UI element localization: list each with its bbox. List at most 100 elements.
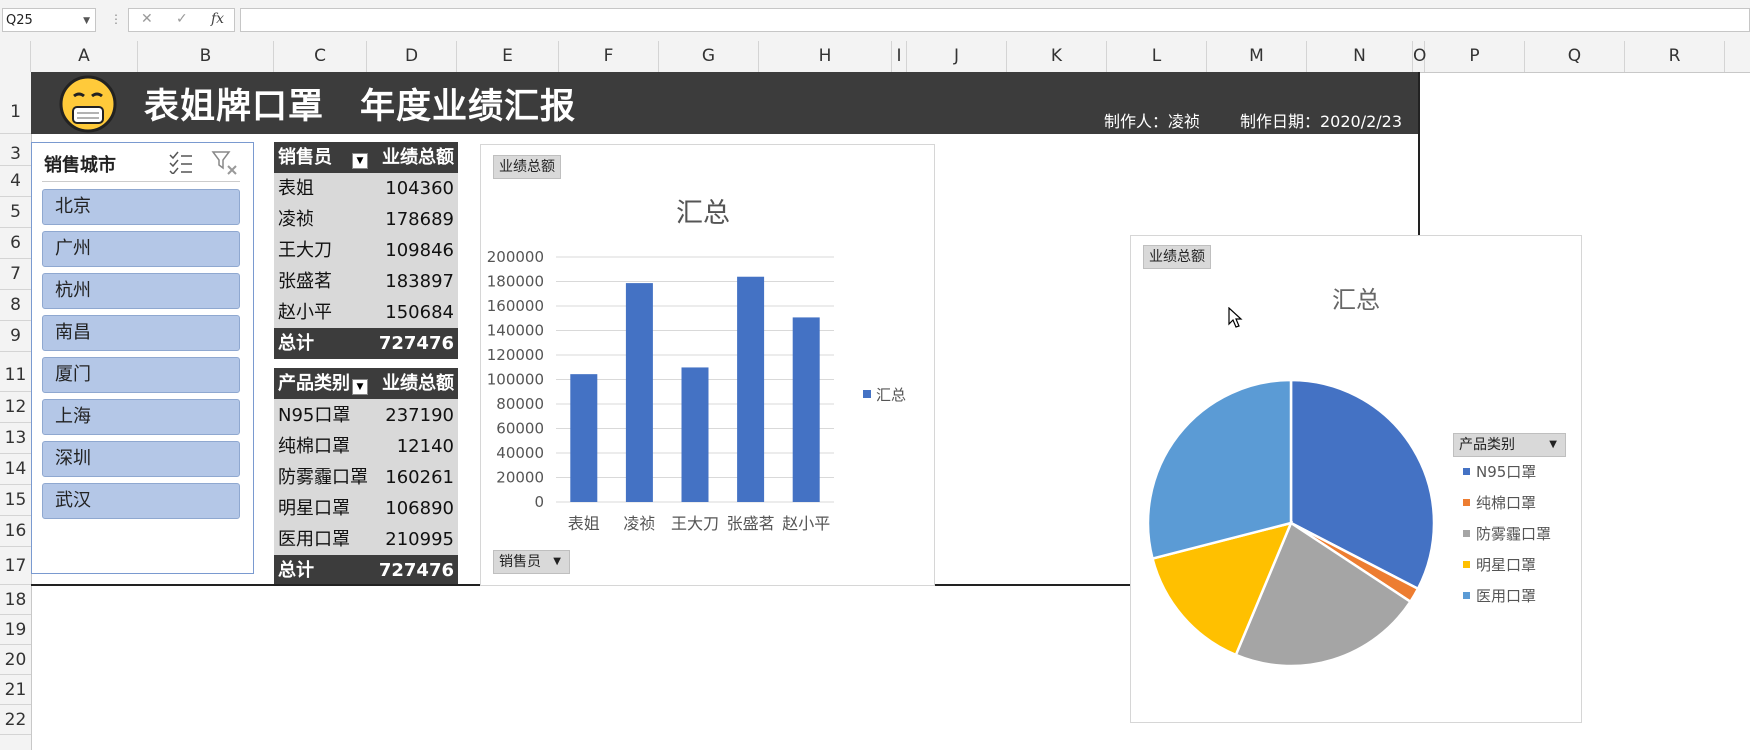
column-header[interactable]: E — [457, 41, 559, 72]
legend-swatch — [863, 390, 871, 398]
slicer-item[interactable]: 杭州 — [42, 273, 240, 309]
column-header[interactable]: M — [1207, 41, 1307, 72]
select-all-corner[interactable] — [0, 41, 31, 72]
chevron-down-icon[interactable]: ▼ — [83, 9, 90, 33]
row-header[interactable]: 20 — [0, 645, 31, 675]
multi-select-icon[interactable] — [168, 150, 194, 174]
row-value: 109846 — [385, 240, 454, 261]
row-header[interactable]: 5 — [0, 197, 31, 228]
row-label: 表姐 — [278, 178, 314, 199]
pivot-header-label: 销售员 — [278, 147, 332, 168]
filter-dropdown-icon[interactable]: ▼ — [352, 379, 368, 395]
table-row[interactable]: 赵小平 150684 — [274, 297, 458, 328]
column-header[interactable]: K — [1007, 41, 1107, 72]
table-row[interactable]: 表姐 104360 — [274, 173, 458, 204]
column-header[interactable]: Q — [1525, 41, 1625, 72]
row-header[interactable]: 16 — [0, 516, 31, 547]
table-row[interactable]: 医用口罩 210995 — [274, 524, 458, 555]
slicer-item[interactable]: 深圳 — [42, 441, 240, 477]
axis-field-button[interactable]: 销售员 ▼ — [493, 550, 570, 574]
row-label: 凌祯 — [278, 209, 314, 230]
row-header[interactable]: 15 — [0, 485, 31, 516]
x-tick-label: 表姐 — [568, 514, 600, 533]
row-label: 赵小平 — [278, 302, 332, 323]
column-header[interactable]: F — [559, 41, 659, 72]
enter-icon[interactable]: ✓ — [176, 11, 188, 27]
table-total-row[interactable]: 总计 727476 — [274, 328, 458, 359]
clear-filter-icon[interactable] — [211, 150, 239, 176]
column-header[interactable]: C — [274, 41, 367, 72]
pivot-header-value: 业绩总额 — [382, 373, 454, 394]
filter-dropdown-icon[interactable]: ▼ — [352, 153, 368, 169]
row-header[interactable]: 18 — [0, 585, 31, 615]
column-header[interactable]: H — [759, 41, 892, 72]
more-options-icon[interactable]: ⋮ — [110, 12, 122, 26]
table-total-row[interactable]: 总计 727476 — [274, 555, 458, 586]
x-tick-label: 赵小平 — [782, 514, 830, 533]
row-header-bar: 1 3 4 5 6 7 8 9 11 12 13 14 15 16 17 18 … — [0, 72, 32, 750]
slicer-item[interactable]: 南昌 — [42, 315, 240, 351]
total-value: 727476 — [378, 560, 454, 581]
slicer-item[interactable]: 北京 — [42, 189, 240, 225]
row-header[interactable]: 12 — [0, 392, 31, 423]
fx-icon[interactable]: fx — [211, 11, 224, 27]
legend-label: 医用口罩 — [1476, 587, 1536, 605]
column-header[interactable]: N — [1307, 41, 1413, 72]
cancel-icon[interactable]: ✕ — [141, 11, 153, 27]
table-row[interactable]: 王大刀 109846 — [274, 235, 458, 266]
column-header[interactable]: R — [1625, 41, 1725, 72]
row-header[interactable]: 17 — [0, 547, 31, 585]
column-header[interactable]: P — [1425, 41, 1525, 72]
row-header[interactable]: 9 — [0, 321, 31, 352]
column-header[interactable]: O — [1413, 41, 1426, 72]
legend-label: 纯棉口罩 — [1476, 494, 1536, 512]
row-header[interactable]: 8 — [0, 290, 31, 321]
row-header[interactable]: 19 — [0, 615, 31, 645]
row-header[interactable]: 13 — [0, 423, 31, 454]
row-value: 183897 — [385, 271, 454, 292]
legend-label: 明星口罩 — [1476, 556, 1536, 574]
table-row[interactable]: N95口罩 237190 — [274, 400, 458, 431]
column-header[interactable]: A — [31, 41, 138, 72]
slicer-item[interactable]: 厦门 — [42, 357, 240, 393]
row-value: 12140 — [396, 436, 454, 457]
row-header[interactable]: 3 — [0, 134, 31, 166]
column-header[interactable]: J — [907, 41, 1007, 72]
row-header[interactable]: 6 — [0, 228, 31, 259]
slicer-item[interactable]: 武汉 — [42, 483, 240, 519]
row-header[interactable]: 1 — [0, 72, 31, 134]
formula-buttons: ✕ ✓ fx — [128, 8, 235, 32]
name-box[interactable]: Q25 ▼ — [2, 8, 96, 32]
name-box-value: Q25 — [6, 13, 33, 28]
row-header[interactable]: 21 — [0, 675, 31, 705]
row-header[interactable]: 7 — [0, 259, 31, 290]
row-header[interactable]: 22 — [0, 705, 31, 735]
table-row[interactable]: 凌祯 178689 — [274, 204, 458, 235]
row-header[interactable]: 4 — [0, 166, 31, 197]
column-header[interactable]: D — [367, 41, 457, 72]
legend-swatch — [1463, 530, 1470, 537]
table-row[interactable]: 张盛茗 183897 — [274, 266, 458, 297]
slicer-item[interactable]: 上海 — [42, 399, 240, 435]
table-row[interactable]: 防雾霾口罩 160261 — [274, 462, 458, 493]
row-header[interactable]: 11 — [0, 352, 31, 392]
legend-label: 防雾霾口罩 — [1476, 525, 1551, 543]
formula-input[interactable] — [240, 8, 1750, 32]
y-tick-label: 200000 — [487, 248, 544, 266]
y-tick-label: 60000 — [496, 420, 544, 438]
column-header[interactable]: B — [138, 41, 274, 72]
slicer-item[interactable]: 广州 — [42, 231, 240, 267]
table-row[interactable]: 明星口罩 106890 — [274, 493, 458, 524]
total-label: 总计 — [278, 333, 314, 354]
column-header[interactable]: L — [1107, 41, 1207, 72]
row-header[interactable]: 14 — [0, 454, 31, 485]
legend-swatch — [1463, 592, 1470, 599]
x-tick-label: 王大刀 — [671, 514, 719, 533]
column-header[interactable]: I — [892, 41, 907, 72]
row-label: 张盛茗 — [278, 271, 332, 292]
table-row[interactable]: 纯棉口罩 12140 — [274, 431, 458, 462]
mouse-cursor-icon — [1228, 307, 1243, 328]
column-header[interactable]: G — [659, 41, 759, 72]
row-label: 王大刀 — [278, 240, 332, 261]
chevron-down-icon[interactable]: ▼ — [553, 551, 561, 573]
